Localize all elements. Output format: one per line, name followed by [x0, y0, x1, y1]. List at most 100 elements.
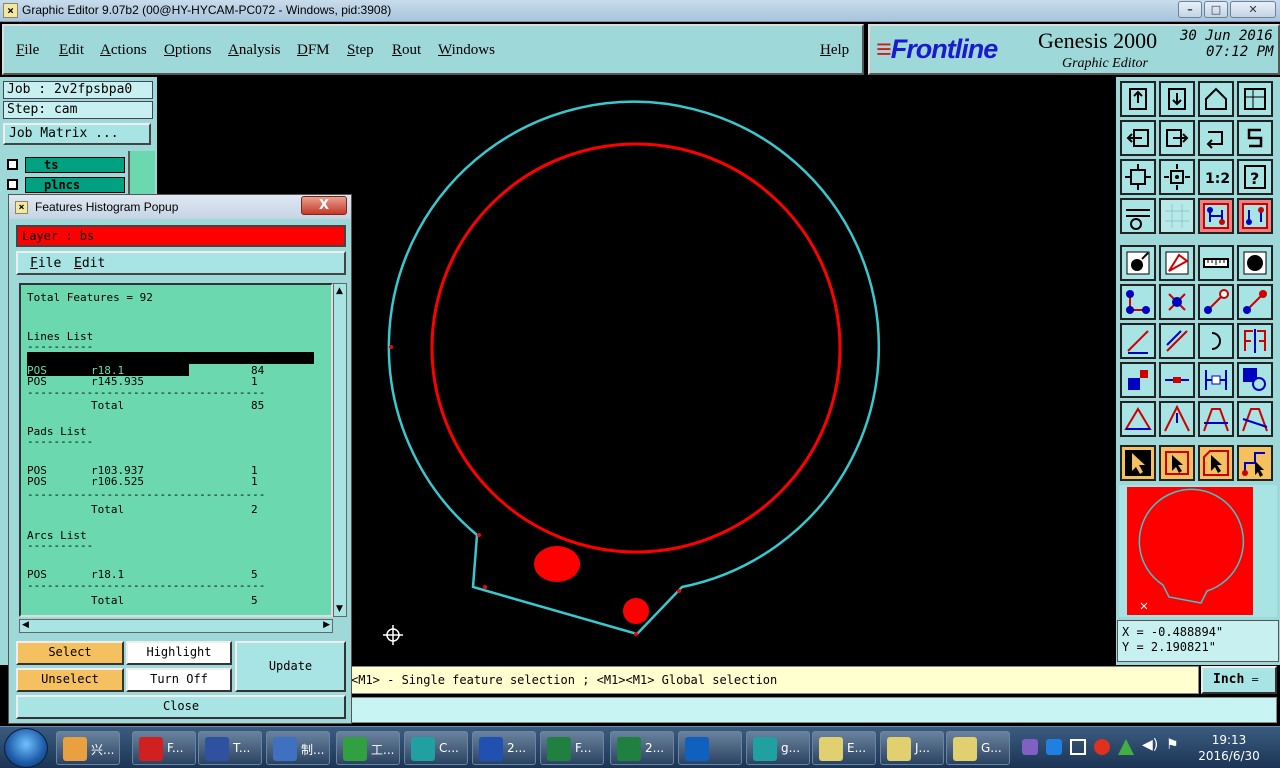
job-matrix-button[interactable]: Job Matrix ... — [3, 123, 151, 145]
triangle-add-icon[interactable] — [1120, 401, 1156, 437]
popup-title-bar[interactable]: × Features Histogram Popup X — [9, 195, 351, 219]
menu-options[interactable]: Options — [164, 42, 212, 59]
window-zoom-icon[interactable] — [1237, 81, 1273, 117]
vertical-scrollbar[interactable]: ▲ ▼ — [333, 283, 347, 617]
grid-icon[interactable] — [1159, 198, 1195, 234]
minimize-button[interactable]: – — [1178, 1, 1202, 18]
select-button[interactable]: Select — [16, 641, 124, 665]
start-button[interactable] — [4, 728, 48, 768]
add-surface-icon[interactable] — [1159, 245, 1195, 281]
horizontal-scrollbar[interactable]: ◀ ▶ — [19, 619, 333, 633]
layer-row-ts[interactable]: ts — [3, 157, 125, 173]
popup-menu-file[interactable]: File — [30, 256, 61, 271]
triangle-cut-icon[interactable] — [1198, 401, 1234, 437]
select-polygon-icon[interactable] — [1198, 445, 1234, 481]
close-button[interactable]: Close — [16, 695, 346, 719]
delete-node-icon[interactable] — [1159, 284, 1195, 320]
taskbar-item[interactable]: J... — [880, 731, 944, 765]
add-line-icon[interactable] — [1120, 323, 1156, 359]
unit-selector[interactable]: Inch ═ — [1201, 666, 1277, 694]
zoom-down-icon[interactable] — [1159, 81, 1195, 117]
unselect-button[interactable]: Unselect — [16, 668, 124, 692]
taskbar-item[interactable]: 2... — [610, 731, 674, 765]
taskbar-item[interactable] — [678, 731, 742, 765]
round-pad-icon[interactable] — [1237, 245, 1273, 281]
copy-features-icon[interactable] — [1237, 362, 1273, 398]
menu-windows[interactable]: Windows — [438, 42, 495, 59]
popup-close-button[interactable]: X — [301, 196, 347, 215]
scale-1-2-icon[interactable]: 1:2 — [1198, 159, 1234, 195]
histogram-list[interactable]: Total Features = 92 Lines List ---------… — [19, 283, 333, 617]
move-node-icon[interactable] — [1198, 284, 1234, 320]
layer-name[interactable]: ts — [25, 157, 125, 173]
mirror-icon[interactable] — [1237, 323, 1273, 359]
fit-screen-icon[interactable] — [1120, 159, 1156, 195]
scroll-up-icon[interactable]: ▲ — [336, 286, 343, 296]
highlight-button[interactable]: Highlight — [126, 641, 232, 665]
taskbar-item[interactable]: G... — [946, 731, 1010, 765]
snap-settings-icon[interactable] — [1120, 198, 1156, 234]
net-select-icon[interactable] — [1237, 198, 1273, 234]
menu-step[interactable]: Step — [347, 42, 374, 59]
layer-preview[interactable] — [1119, 485, 1277, 617]
pan-left-icon[interactable] — [1120, 120, 1156, 156]
network-icon[interactable] — [1070, 739, 1086, 755]
layer-checkbox[interactable] — [7, 159, 18, 170]
maximize-button[interactable]: □ — [1204, 1, 1228, 18]
home-icon[interactable] — [1198, 81, 1234, 117]
system-clock[interactable]: 19:13 2016/6/30 — [1188, 732, 1270, 764]
list-item-count[interactable]: 1 — [251, 475, 258, 488]
undo-zoom-icon[interactable] — [1198, 120, 1234, 156]
update-button[interactable]: Update — [235, 641, 346, 692]
net-highlight-icon[interactable] — [1198, 198, 1234, 234]
add-text-icon[interactable] — [1120, 362, 1156, 398]
taskbar-item[interactable]: T... — [198, 731, 262, 765]
taskbar-item[interactable]: 兴... — [56, 731, 120, 765]
taskbar-item[interactable]: C... — [404, 731, 468, 765]
help-question-icon[interactable]: ? — [1237, 159, 1273, 195]
flag-icon[interactable]: ⚑ — [1166, 737, 1179, 753]
triangle-split-icon[interactable] — [1237, 401, 1273, 437]
line-segment-icon[interactable] — [1159, 323, 1195, 359]
menu-edit[interactable]: Edit — [59, 42, 84, 59]
list-item-sym[interactable]: r106.525 — [91, 475, 144, 488]
menu-help[interactable]: Help — [820, 42, 849, 59]
zoom-up-icon[interactable] — [1120, 81, 1156, 117]
close-window-button[interactable]: ✕ — [1230, 1, 1276, 18]
taskbar-item[interactable]: g... — [746, 731, 810, 765]
layer-name[interactable]: plncs — [25, 177, 125, 193]
menu-file[interactable]: File — [16, 42, 39, 59]
triangle-up-icon[interactable] — [1159, 401, 1195, 437]
spacing-icon[interactable] — [1198, 362, 1234, 398]
select-area-icon[interactable] — [1159, 445, 1195, 481]
ruler-icon[interactable] — [1198, 245, 1234, 281]
layer-row-plncs[interactable]: plncs — [3, 177, 125, 193]
select-net-icon[interactable] — [1237, 445, 1273, 481]
taskbar-item[interactable]: F... — [132, 731, 196, 765]
volume-icon[interactable]: ◀) — [1142, 737, 1158, 753]
turn-off-button[interactable]: Turn Off — [126, 668, 232, 692]
menu-actions[interactable]: Actions — [100, 42, 147, 59]
scroll-left-icon[interactable]: ◀ — [22, 620, 29, 630]
center-icon[interactable] — [1159, 159, 1195, 195]
menu-rout[interactable]: Rout — [392, 42, 421, 59]
popup-menu-edit[interactable]: Edit — [74, 256, 105, 271]
scroll-down-icon[interactable]: ▼ — [336, 604, 343, 614]
stretch-node-icon[interactable] — [1237, 284, 1273, 320]
taskbar-item[interactable]: F... — [540, 731, 604, 765]
taskbar-item[interactable]: E... — [812, 731, 876, 765]
connect-nodes-icon[interactable] — [1120, 284, 1156, 320]
list-item-pol[interactable]: POS — [27, 475, 47, 488]
menu-analysis[interactable]: Analysis — [228, 42, 281, 59]
add-arc-icon[interactable] — [1198, 323, 1234, 359]
tray-app-icon[interactable] — [1094, 739, 1110, 755]
layer-checkbox[interactable] — [7, 179, 18, 190]
select-pointer-icon[interactable] — [1120, 445, 1156, 481]
scroll-right-icon[interactable]: ▶ — [323, 620, 330, 630]
taskbar-item[interactable]: 2... — [472, 731, 536, 765]
menu-dfm[interactable]: DFM — [297, 42, 330, 59]
tray-app-icon[interactable] — [1022, 739, 1038, 755]
taskbar-item[interactable]: 工... — [336, 731, 400, 765]
taskbar-item[interactable]: 制... — [266, 731, 330, 765]
tray-app-icon[interactable] — [1118, 739, 1134, 755]
